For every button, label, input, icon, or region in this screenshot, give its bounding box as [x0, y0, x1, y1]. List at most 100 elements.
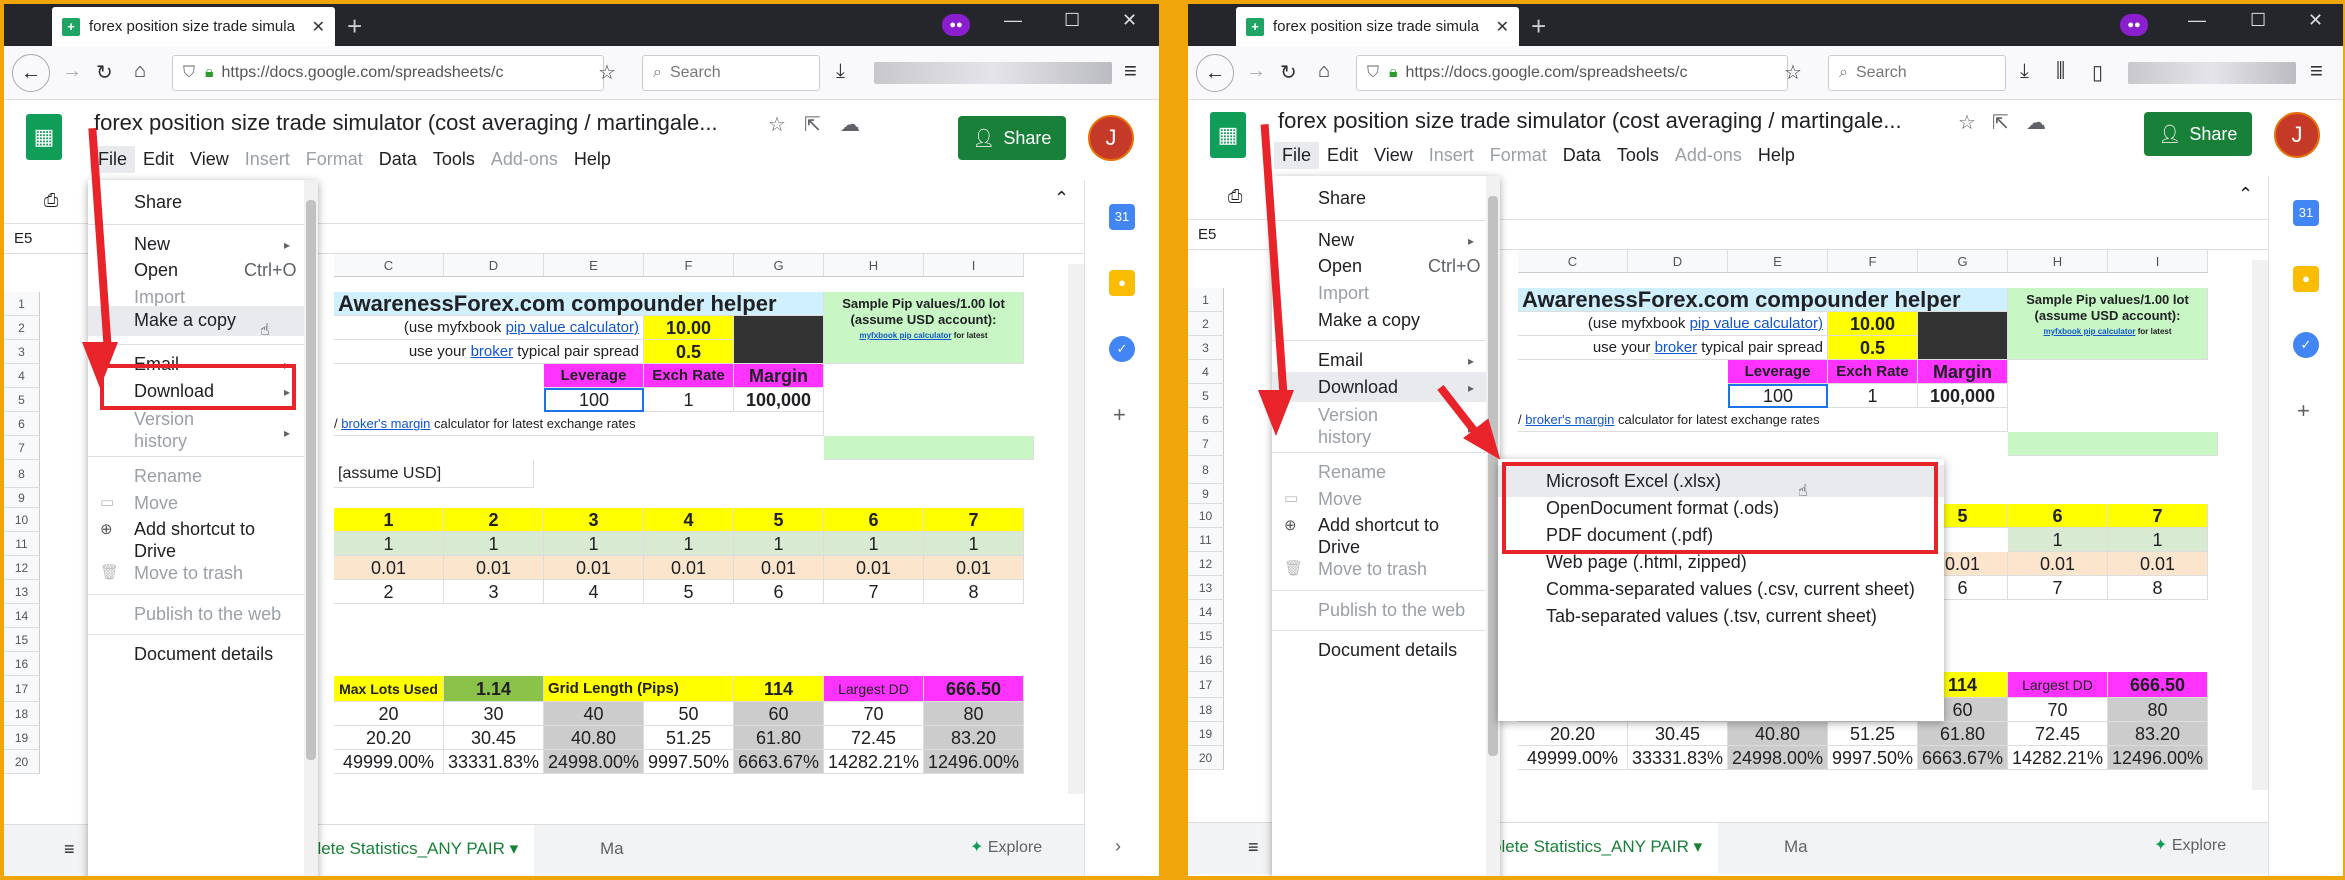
cell[interactable]: 30 — [444, 702, 544, 726]
row-header[interactable]: 6 — [1188, 408, 1224, 432]
collapse-toolbar-icon[interactable]: ⌃ — [1054, 188, 1069, 209]
row-header[interactable]: 18 — [1188, 698, 1224, 722]
cell[interactable]: 2 — [444, 508, 544, 532]
myfxbook-link[interactable]: myfxbook pip calculator — [2043, 327, 2135, 336]
cell[interactable]: 72.45 — [2008, 722, 2108, 746]
library-icon[interactable]: ⫼ — [2056, 60, 2065, 83]
col-header[interactable]: D — [1628, 250, 1728, 273]
menu-item-publish[interactable]: Publish to the web — [134, 604, 281, 625]
cell[interactable]: 0.01 — [334, 556, 444, 580]
cell[interactable]: 1 — [334, 508, 444, 532]
bookmark-star-icon[interactable]: ☆ — [598, 60, 616, 85]
explore-button[interactable]: ✦ Explore — [2154, 835, 2226, 855]
col-header[interactable]: E — [544, 254, 644, 277]
row-header[interactable]: 17 — [4, 676, 40, 702]
menu-addons[interactable]: Add-ons — [1667, 142, 1750, 169]
cell[interactable]: 6663.67% — [1918, 746, 2008, 770]
menu-data[interactable]: Data — [371, 146, 425, 173]
back-icon[interactable]: ← — [1196, 54, 1234, 92]
menu-item-version-history[interactable]: Version history — [134, 408, 194, 452]
col-header[interactable]: C — [334, 254, 444, 277]
forward-icon[interactable]: → — [62, 60, 82, 83]
menu-scroll-thumb[interactable] — [306, 200, 316, 760]
row-header[interactable]: 7 — [4, 436, 40, 460]
row-header[interactable]: 10 — [1188, 504, 1224, 528]
exchange-text-cell[interactable]: / broker's margin calculator for latest … — [334, 412, 824, 436]
cell[interactable]: 12496.00% — [924, 750, 1024, 774]
row-header[interactable]: 18 — [4, 702, 40, 726]
menu-tools[interactable]: Tools — [1609, 142, 1667, 169]
pip-value-cell[interactable]: 10.00 — [644, 316, 734, 340]
close-tab-icon[interactable]: ✕ — [312, 17, 325, 37]
calendar-icon[interactable]: 31 — [2293, 200, 2319, 226]
menu-item-make-copy[interactable]: Make a copy — [134, 310, 236, 331]
row-header[interactable]: 11 — [1188, 528, 1224, 552]
hamburger-menu-icon[interactable]: ≡ — [2310, 58, 2323, 84]
grid-length-label[interactable]: Grid Length (Pips) — [544, 676, 734, 702]
menu-item-new[interactable]: New — [134, 234, 170, 255]
margin-value[interactable]: 100,000 — [734, 388, 824, 412]
cell[interactable]: 1 — [544, 532, 644, 556]
menu-item-email[interactable]: Email — [1318, 350, 1363, 371]
menu-item-move[interactable]: Move — [1318, 489, 1362, 510]
cell[interactable]: 60 — [734, 702, 824, 726]
cell[interactable]: 9997.50% — [1828, 746, 1918, 770]
cell[interactable]: 20.20 — [1518, 722, 1628, 746]
print-icon[interactable]: ⎙ — [1228, 186, 1242, 207]
cell[interactable]: 70 — [2008, 698, 2108, 722]
sidebar-icon[interactable]: ▯ — [2092, 60, 2103, 85]
tasks-icon[interactable]: ✓ — [2293, 332, 2319, 358]
cell[interactable]: 0.01 — [444, 556, 544, 580]
cell[interactable]: 6 — [824, 508, 924, 532]
sheets-logo-icon[interactable]: ▦ — [1210, 112, 1246, 158]
row-header[interactable]: 5 — [4, 388, 40, 412]
menu-item-rename[interactable]: Rename — [1318, 462, 1386, 483]
broker-margin-link[interactable]: broker's margin — [341, 416, 430, 431]
cell[interactable]: 30.45 — [1628, 722, 1728, 746]
broker-link[interactable]: broker — [1655, 339, 1698, 356]
leverage-value-selected[interactable]: 100 — [544, 388, 644, 412]
back-icon[interactable]: ← — [12, 54, 50, 92]
menu-insert[interactable]: Insert — [237, 146, 298, 173]
tasks-icon[interactable]: ✓ — [1109, 336, 1135, 362]
pip-value-link[interactable]: pip value calculator) — [506, 319, 639, 336]
sheet-tab-active[interactable]: plete Statistics_ANY PAIR ▾ — [1488, 823, 1718, 875]
cell[interactable]: 1 — [334, 532, 444, 556]
new-tab-icon[interactable]: + — [1531, 11, 1546, 42]
col-header[interactable]: H — [824, 254, 924, 277]
reload-icon[interactable]: ↻ — [1280, 60, 1297, 85]
col-header[interactable]: I — [2108, 250, 2208, 273]
grid-length-value[interactable]: 114 — [734, 676, 824, 702]
menu-scroll-thumb[interactable] — [1488, 196, 1498, 756]
menu-item-import[interactable]: Import — [1318, 283, 1369, 304]
close-window-icon[interactable]: ✕ — [1122, 10, 1137, 31]
cell[interactable]: 8 — [924, 580, 1024, 604]
row-header[interactable]: 12 — [1188, 552, 1224, 576]
spread-text-cell[interactable]: use your broker typical pair spread — [1518, 336, 1828, 360]
search-input[interactable]: ⌕ Search — [642, 55, 820, 91]
close-tab-icon[interactable]: ✕ — [1496, 17, 1509, 37]
largest-dd-value[interactable]: 666.50 — [2108, 672, 2208, 698]
menu-insert[interactable]: Insert — [1421, 142, 1482, 169]
cell[interactable]: 0.01 — [2108, 552, 2208, 576]
menu-item-move-to-trash[interactable]: Move to trash — [1318, 559, 1427, 580]
row-header[interactable]: 15 — [1188, 624, 1224, 648]
col-header[interactable]: F — [644, 254, 734, 277]
cell[interactable]: 20 — [334, 702, 444, 726]
move-folder-icon[interactable]: ⇱ — [804, 112, 821, 137]
menu-view[interactable]: View — [1366, 142, 1421, 169]
menu-item-share[interactable]: Share — [1318, 188, 1366, 209]
row-header[interactable]: 14 — [1188, 600, 1224, 624]
move-folder-icon[interactable]: ⇱ — [1992, 110, 2009, 135]
menu-item-share[interactable]: Share — [134, 192, 182, 213]
row-header[interactable]: 20 — [4, 750, 40, 774]
col-header[interactable]: F — [1828, 250, 1918, 273]
cell[interactable]: 1 — [734, 532, 824, 556]
cell[interactable]: 7 — [924, 508, 1024, 532]
menu-item-document-details[interactable]: Document details — [1318, 640, 1457, 661]
cell[interactable]: 83.20 — [2108, 722, 2208, 746]
maximize-icon[interactable]: ☐ — [2250, 10, 2266, 31]
row-header[interactable]: 6 — [4, 412, 40, 436]
pip-value-cell[interactable]: 10.00 — [1828, 312, 1918, 336]
menu-item-move[interactable]: Move — [134, 493, 178, 514]
